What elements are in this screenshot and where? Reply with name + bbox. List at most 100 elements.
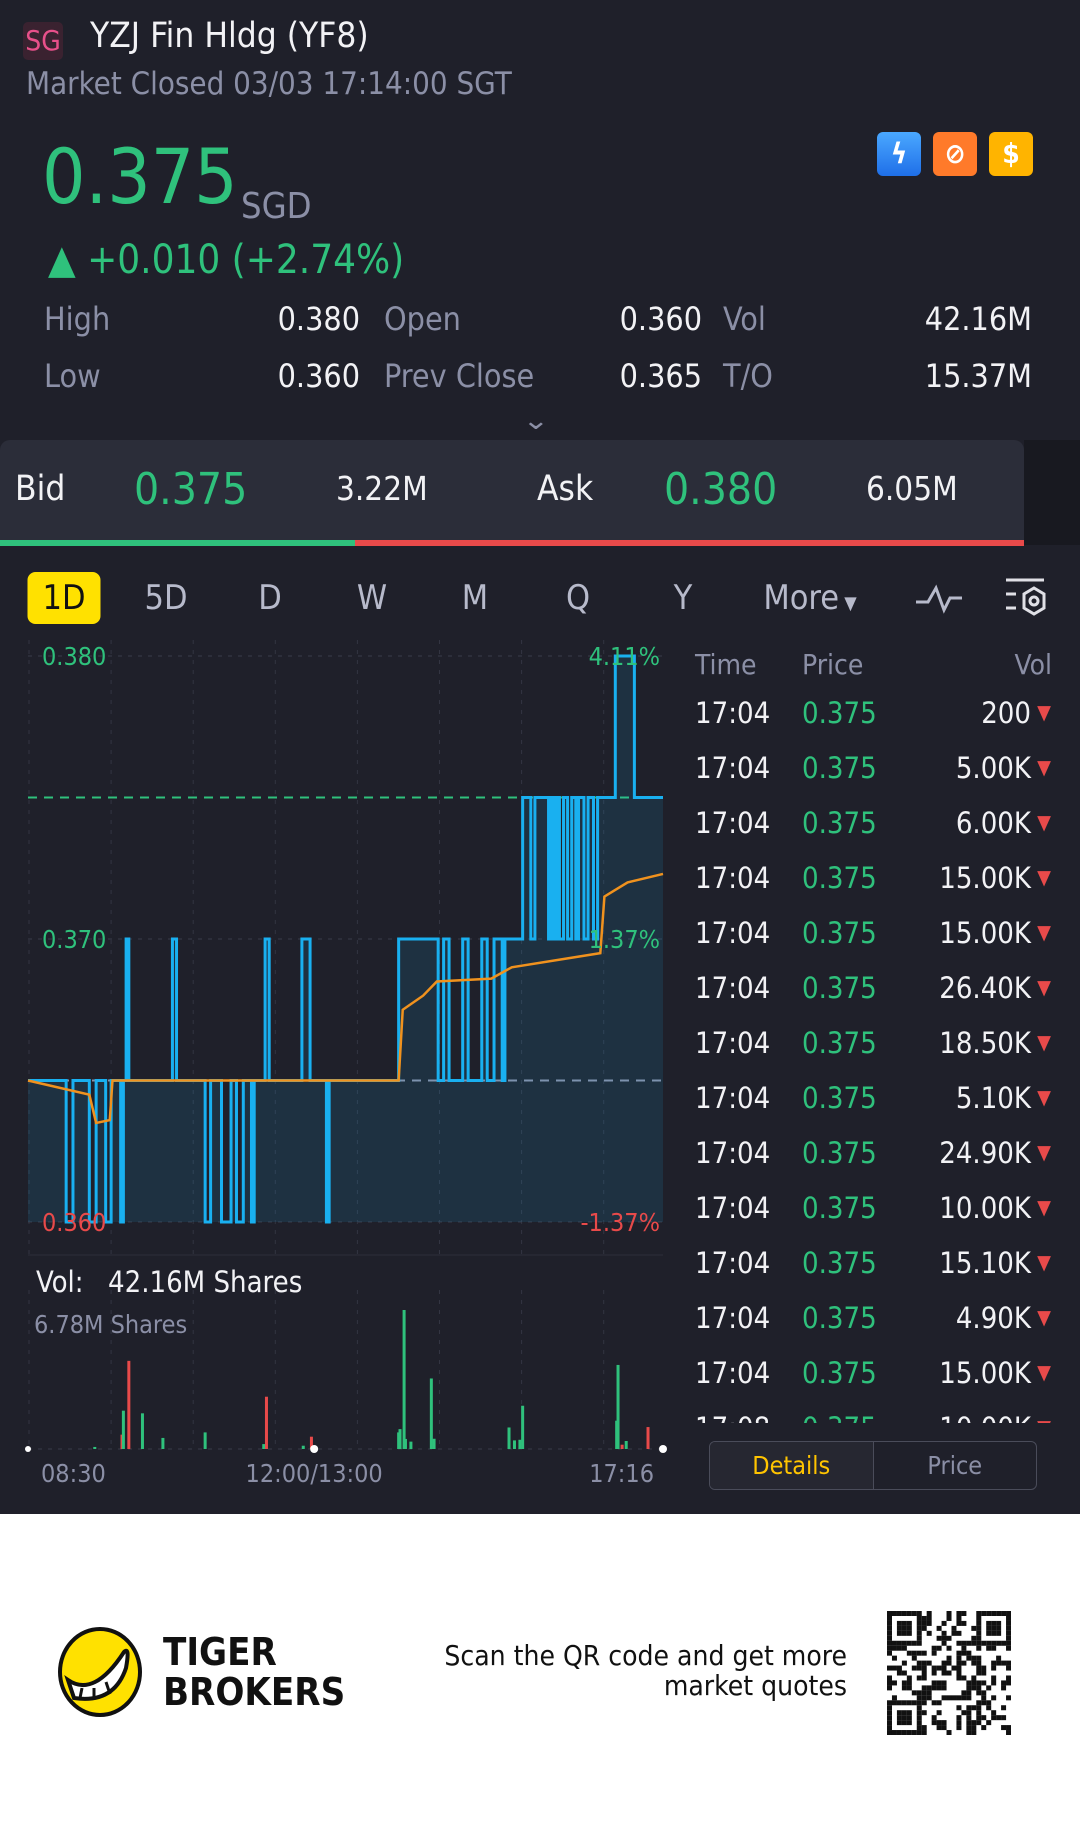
trade-swap-icon[interactable]: ⊘ <box>933 132 977 176</box>
sell-arrow-icon: ▼ <box>1037 865 1051 889</box>
tick-row: 17:04 0.375 10.00K ▼ <box>695 1191 1051 1246</box>
up-arrow-icon: ▲ <box>48 237 88 283</box>
tick-row: 17:04 0.375 4.90K ▼ <box>695 1301 1051 1356</box>
x-label-open: 08:30 <box>41 1459 106 1488</box>
volume-bar <box>507 1427 511 1449</box>
stat-label: Open <box>384 300 461 338</box>
volume-bar <box>403 1438 407 1449</box>
stat-label: Prev Close <box>384 357 535 395</box>
tick-row: 17:04 0.375 5.10K ▼ <box>695 1081 1051 1136</box>
bid-ask-side <box>1024 440 1080 545</box>
sell-arrow-icon: ▼ <box>1037 1305 1051 1329</box>
volume-bar <box>624 1441 628 1449</box>
tick-time: 17:04 <box>695 1356 771 1390</box>
tick-vol: 10.00K <box>939 1191 1031 1225</box>
sell-arrow-icon: ▼ <box>1037 1360 1051 1384</box>
indicator-icon[interactable] <box>914 580 964 616</box>
tab-more[interactable]: More ▼ <box>763 572 856 624</box>
tick-price: 0.375 <box>802 1081 877 1115</box>
level1-lightning-icon[interactable]: ϟ <box>877 132 921 176</box>
tick-time: 17:04 <box>695 1246 771 1280</box>
last-price: 0.375 <box>42 132 238 221</box>
tick-vol: 15.10K <box>939 1246 1031 1280</box>
time-and-sales-list[interactable]: 17:04 0.375 200 ▼ 17:04 0.375 5.00K ▼ 17:04 0.375… <box>0 688 1080 1423</box>
chart-settings-icon[interactable] <box>1004 576 1052 620</box>
tick-row: 17:04 0.375 26.40K ▼ <box>695 971 1051 1026</box>
bid-ask-bar: Bid 0.375 3.22M Ask 0.380 6.05M <box>0 440 1024 540</box>
tick-vol: 15.00K <box>939 1356 1031 1390</box>
volume-bar <box>409 1441 413 1449</box>
sell-arrow-icon: ▼ <box>1037 1030 1051 1054</box>
tab-5d[interactable]: 5D <box>144 572 187 624</box>
tick-row: 17:04 0.375 15.00K ▼ <box>695 916 1051 971</box>
tab-quarter[interactable]: Q <box>566 572 590 624</box>
volume-bar <box>432 1438 436 1449</box>
tick-time: 17:08 <box>695 1411 770 1423</box>
sell-arrow-icon: ▼ <box>1037 1415 1051 1423</box>
stat-value: 15.37M <box>924 357 1032 395</box>
sell-arrow-icon: ▼ <box>1037 1085 1051 1109</box>
tick-row: 17:04 0.375 200 ▼ <box>695 696 1051 751</box>
stock-title: YZJ Fin Hldg (YF8) <box>90 16 369 56</box>
tick-row: 17:04 0.375 15.10K ▼ <box>695 1246 1051 1301</box>
tick-price: 0.375 <box>802 1356 877 1390</box>
col-vol: Vol <box>1014 648 1052 681</box>
tab-month[interactable]: M <box>462 572 488 624</box>
tick-vol: 200 <box>981 696 1031 730</box>
tick-time: 17:04 <box>695 971 771 1005</box>
sell-arrow-icon: ▼ <box>1037 1250 1051 1274</box>
tick-row: 17:04 0.375 15.00K ▼ <box>695 861 1051 916</box>
tick-row: 17:04 0.375 15.00K ▼ <box>695 1356 1051 1411</box>
stat-value: 0.380 <box>277 300 360 338</box>
sell-arrow-icon: ▼ <box>1037 755 1051 779</box>
session-end-dot <box>659 1445 667 1453</box>
stat-value: 0.360 <box>619 300 702 338</box>
stat-value: 0.360 <box>277 357 360 395</box>
qr-code[interactable] <box>887 1611 1011 1735</box>
ticks-toggle: Details Price <box>709 1441 1037 1490</box>
tick-price: 0.375 <box>802 1026 877 1060</box>
volume-bar <box>512 1440 516 1449</box>
tick-row: 17:04 0.375 24.90K ▼ <box>695 1136 1051 1191</box>
tab-day[interactable]: D <box>258 572 282 624</box>
tick-price: 0.375 <box>802 806 877 840</box>
stat-label: Low <box>44 357 101 395</box>
tab-year[interactable]: Y <box>674 572 693 624</box>
scan-text: Scan the QR code and get more market quot… <box>444 1641 847 1701</box>
tab-more-label: More <box>763 578 840 618</box>
details-button[interactable]: Details <box>710 1442 873 1489</box>
sell-arrow-icon: ▼ <box>1037 700 1051 724</box>
price-button[interactable]: Price <box>872 1442 1037 1489</box>
price-change: ▲ +0.010 (+2.74%) <box>48 237 405 283</box>
scan-line2: market quotes <box>663 1669 847 1702</box>
stat-label: Vol <box>723 300 766 338</box>
tick-price: 0.375 <box>802 751 877 785</box>
tab-1d[interactable]: 1D <box>27 572 101 624</box>
sell-arrow-icon: ▼ <box>1037 1140 1051 1164</box>
volume-bar <box>301 1445 305 1449</box>
tick-time: 17:04 <box>695 696 771 730</box>
volume-bar <box>518 1439 522 1449</box>
tick-row: 17:04 0.375 6.00K ▼ <box>695 806 1051 861</box>
tick-vol: 15.00K <box>939 916 1031 950</box>
volume-bar <box>93 1446 97 1449</box>
tick-vol: 6.00K <box>955 806 1031 840</box>
sell-arrow-icon: ▼ <box>1037 975 1051 999</box>
ask-price: 0.380 <box>664 464 778 515</box>
dollar-icon[interactable]: $ <box>989 132 1033 176</box>
tick-time: 17:04 <box>695 861 771 895</box>
tick-price: 0.375 <box>802 1246 877 1280</box>
x-label-lunch: 12:00/13:00 <box>246 1459 383 1488</box>
sell-arrow-icon: ▼ <box>1037 920 1051 944</box>
currency: SGD <box>241 186 312 227</box>
market-status: Market Closed 03/03 17:14:00 SGT <box>26 66 512 102</box>
stat-label: High <box>44 300 111 338</box>
bid-ask-ratio-bar <box>0 540 1024 546</box>
market-badge: SG <box>23 22 63 60</box>
caret-down-icon: ▼ <box>839 593 857 614</box>
bid-label: Bid <box>15 469 66 509</box>
tab-week[interactable]: W <box>357 572 387 624</box>
expand-chevron-icon[interactable]: ⌄ <box>522 406 549 436</box>
tick-price: 0.375 <box>802 696 877 730</box>
tick-time: 17:04 <box>695 1136 771 1170</box>
